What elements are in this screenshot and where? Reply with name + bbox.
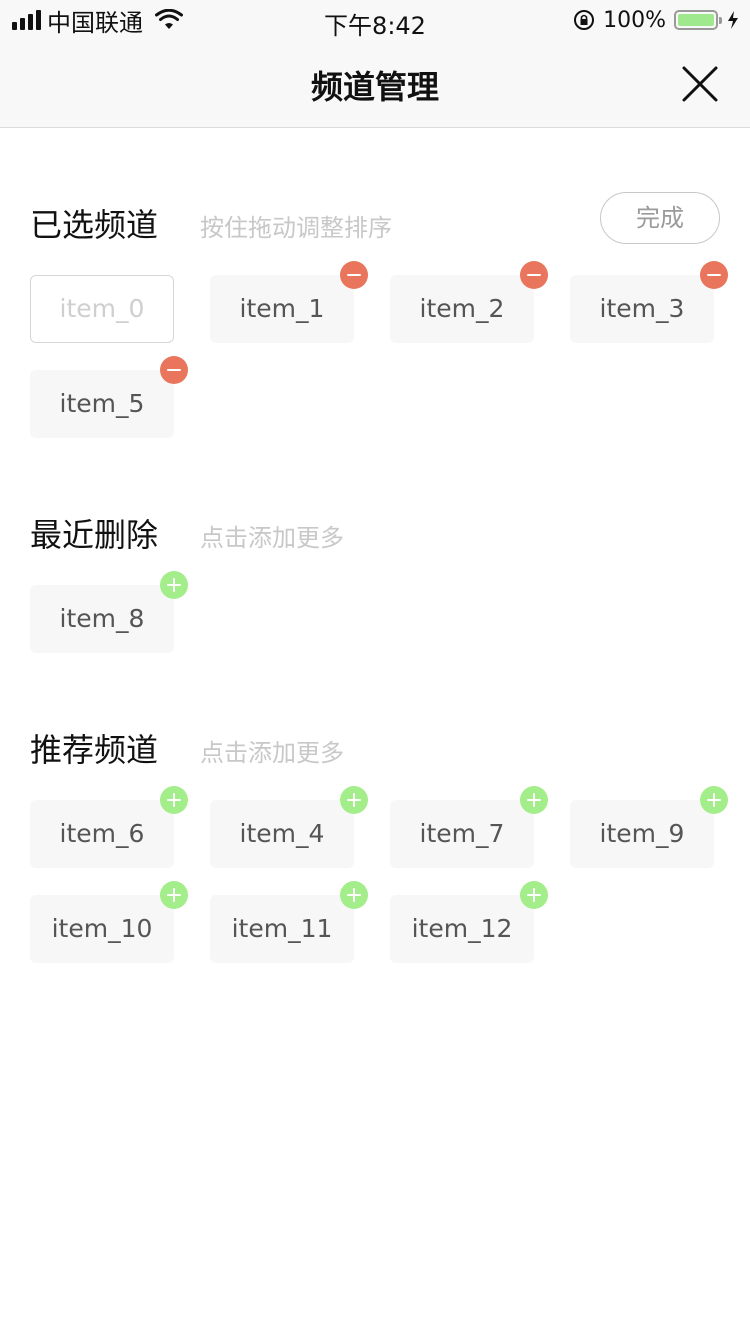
remove-icon[interactable] xyxy=(340,261,368,289)
add-icon[interactable] xyxy=(700,786,728,814)
remove-icon[interactable] xyxy=(160,356,188,384)
remove-icon[interactable] xyxy=(700,261,728,289)
recommended-channels-header: 推荐频道 点击添加更多 xyxy=(30,717,720,777)
channel-chip-label: item_11 xyxy=(231,914,333,943)
selected-channels-title: 已选频道 xyxy=(30,206,159,244)
channel-chip-label: item_3 xyxy=(599,294,685,323)
channel-chip[interactable]: item_11 xyxy=(210,881,368,963)
channel-chip-label: item_0 xyxy=(59,294,145,323)
channel-chip[interactable]: item_3 xyxy=(570,261,728,343)
add-icon[interactable] xyxy=(520,881,548,909)
rotation-lock-icon xyxy=(574,10,595,30)
recent-deleted-title: 最近删除 xyxy=(30,516,159,554)
close-icon[interactable] xyxy=(680,64,720,104)
recommended-channels-hint: 点击添加更多 xyxy=(200,739,344,767)
channel-chip-label: item_8 xyxy=(59,604,145,633)
add-icon[interactable] xyxy=(160,786,188,814)
channel-chip-label: item_10 xyxy=(51,914,153,943)
channel-chip[interactable]: item_4 xyxy=(210,786,368,868)
battery-percentage: 100% xyxy=(603,7,666,33)
add-icon[interactable] xyxy=(160,881,188,909)
channel-chip[interactable]: item_7 xyxy=(390,786,548,868)
charging-bolt-icon xyxy=(728,11,738,29)
selected-channels-hint: 按住拖动调整排序 xyxy=(200,214,392,242)
add-icon[interactable] xyxy=(160,571,188,599)
channel-chip-label: item_6 xyxy=(59,819,145,848)
channel-chip[interactable]: item_8 xyxy=(30,571,188,653)
channel-chip[interactable]: item_2 xyxy=(390,261,548,343)
channel-chip[interactable]: item_0 xyxy=(30,275,174,343)
channel-chip[interactable]: item_9 xyxy=(570,786,728,868)
channel-chip-label: item_4 xyxy=(239,819,325,848)
add-icon[interactable] xyxy=(340,786,368,814)
channel-chip[interactable]: item_1 xyxy=(210,261,368,343)
recommended-channels-title: 推荐频道 xyxy=(30,731,159,769)
navigation-bar: 频道管理 xyxy=(0,40,750,128)
channel-chip[interactable]: item_5 xyxy=(30,356,188,438)
channel-chip-label: item_2 xyxy=(419,294,505,323)
recent-deleted-hint: 点击添加更多 xyxy=(200,524,344,552)
channel-chip[interactable]: item_6 xyxy=(30,786,188,868)
add-icon[interactable] xyxy=(520,786,548,814)
channel-chip[interactable]: item_10 xyxy=(30,881,188,963)
channel-chip-label: item_1 xyxy=(239,294,325,323)
recent-deleted-header: 最近删除 点击添加更多 xyxy=(30,502,720,562)
status-right: 100% xyxy=(573,6,740,34)
add-icon[interactable] xyxy=(340,881,368,909)
status-bar: 中国联通 下午8:42 100% xyxy=(0,0,750,40)
battery-icon xyxy=(674,10,722,30)
page-title: 频道管理 xyxy=(310,68,439,106)
channel-chip-label: item_12 xyxy=(411,914,513,943)
remove-icon[interactable] xyxy=(520,261,548,289)
done-button[interactable]: 完成 xyxy=(600,192,720,244)
channel-chip-label: item_9 xyxy=(599,819,685,848)
channel-chip[interactable]: item_12 xyxy=(390,881,548,963)
selected-channels-header: 已选频道 按住拖动调整排序 完成 xyxy=(30,192,720,252)
channel-chip-label: item_5 xyxy=(59,389,145,418)
channel-chip-label: item_7 xyxy=(419,819,505,848)
